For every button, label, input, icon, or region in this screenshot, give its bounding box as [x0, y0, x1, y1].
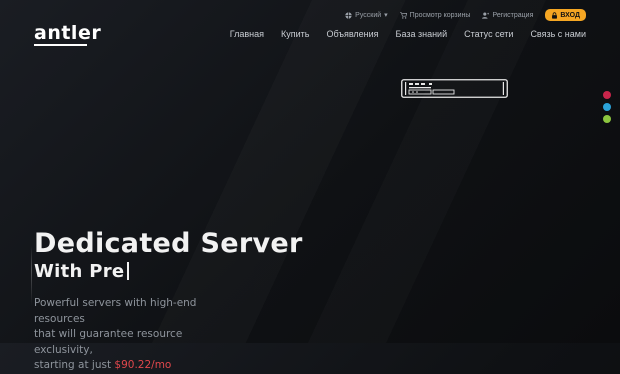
language-label: Русский: [355, 11, 382, 19]
theme-dot-blue[interactable]: [603, 103, 611, 111]
server-rack-icon: [401, 79, 508, 98]
hero-subtitle: With Pre: [34, 261, 130, 282]
top-utility-bar: Русский ▾ Просмотр корзины Регистрация В…: [345, 9, 586, 21]
logo-underline: [34, 44, 87, 46]
view-cart-link[interactable]: Просмотр корзины: [399, 11, 471, 19]
hero-description: Powerful servers with high-end resources…: [34, 296, 224, 374]
nav-item-network-status[interactable]: Статус сети: [464, 29, 513, 39]
nav-item-home[interactable]: Главная: [230, 29, 264, 39]
user-plus-icon: [482, 12, 490, 19]
description-line: starting at just $90.22/mo: [34, 358, 224, 374]
cart-label: Просмотр корзины: [409, 11, 471, 19]
caret-down-icon: ▾: [384, 12, 388, 19]
main-nav: Главная Купить Объявления База знаний Ст…: [230, 29, 586, 39]
nav-item-knowledgebase[interactable]: База знаний: [396, 29, 448, 39]
background-sheen: [0, 0, 620, 343]
theme-dot-red[interactable]: [603, 91, 611, 99]
description-line-text: starting at just: [34, 359, 115, 371]
hero-subtitle-text: With Pre: [34, 261, 125, 282]
nav-item-announcements[interactable]: Объявления: [326, 29, 378, 39]
login-label: ВХОД: [560, 11, 580, 19]
theme-color-switcher: [603, 91, 611, 123]
cart-icon: [399, 11, 407, 19]
register-link[interactable]: Регистрация: [482, 12, 533, 19]
lock-icon: [552, 11, 558, 19]
typing-cursor: [127, 262, 130, 280]
nav-item-contact[interactable]: Связь с нами: [530, 29, 586, 39]
nav-item-buy[interactable]: Купить: [281, 29, 309, 39]
brand-logo[interactable]: antler: [34, 22, 101, 44]
globe-icon: [345, 11, 352, 19]
login-button[interactable]: ВХОД: [545, 9, 586, 21]
decorative-vertical-line: [31, 246, 32, 306]
hero-title: Dedicated Server: [34, 228, 303, 259]
register-label: Регистрация: [492, 11, 534, 19]
theme-dot-green[interactable]: [603, 115, 611, 123]
description-line: Powerful servers with high-end resources: [34, 297, 197, 325]
starting-price: $90.22/mo: [114, 359, 172, 371]
language-selector[interactable]: Русский ▾: [345, 11, 388, 19]
